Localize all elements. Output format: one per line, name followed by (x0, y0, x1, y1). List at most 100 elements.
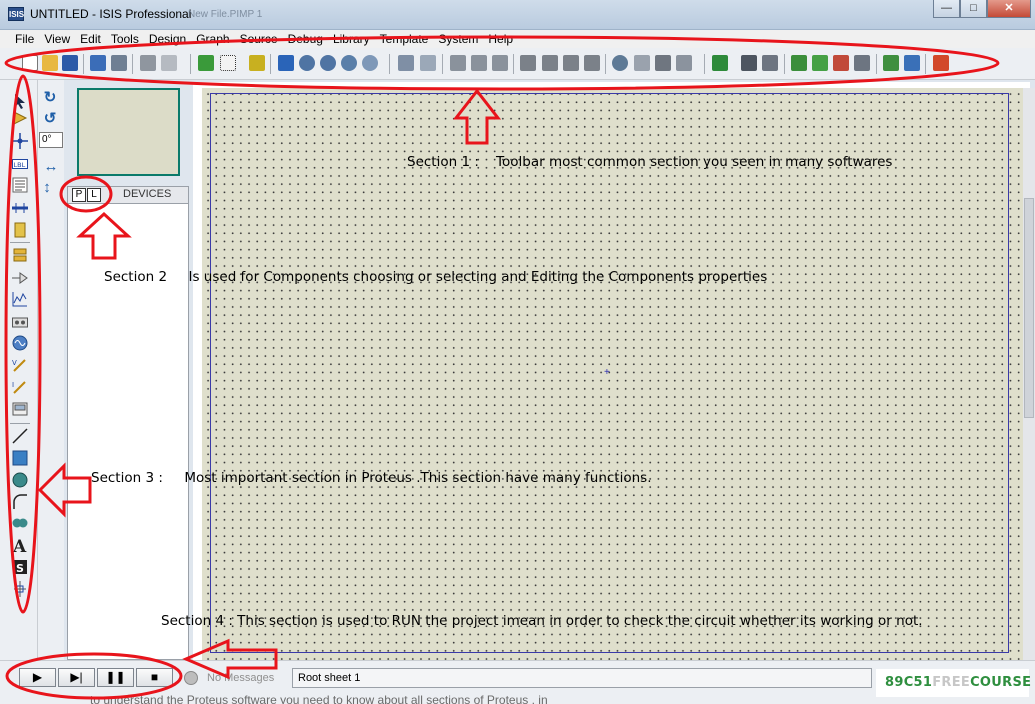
add-sheet-icon[interactable] (812, 55, 828, 71)
line-icon[interactable] (12, 428, 28, 444)
minimize-button[interactable]: — (933, 0, 960, 18)
menu-system[interactable]: System (433, 30, 483, 48)
menu-edit[interactable]: Edit (75, 30, 106, 48)
subcircuit-icon[interactable] (12, 222, 28, 238)
overview-window[interactable] (77, 88, 180, 176)
menu-source[interactable]: Source (235, 30, 283, 48)
pan-icon[interactable] (278, 55, 294, 71)
make-device-icon[interactable] (634, 55, 650, 71)
zoom-area-icon[interactable] (362, 55, 378, 71)
wire-label-icon[interactable]: LBL (12, 156, 28, 172)
selection-mode-icon[interactable] (12, 93, 28, 109)
graph-mode-icon[interactable] (12, 291, 28, 307)
zoom-out-icon[interactable] (320, 55, 336, 71)
messages-icon[interactable] (184, 671, 198, 685)
import-section-icon[interactable] (90, 55, 106, 71)
tape-recorder-icon[interactable] (12, 314, 28, 330)
junction-dot-icon[interactable] (12, 133, 28, 149)
generator-icon[interactable] (12, 335, 28, 351)
library-manager-button[interactable]: L (87, 188, 101, 202)
block-delete-icon[interactable] (584, 55, 600, 71)
undo-icon[interactable] (398, 55, 414, 71)
scrollbar-thumb[interactable] (1024, 198, 1034, 418)
copy-icon[interactable] (471, 55, 487, 71)
voltage-probe-icon[interactable]: V (12, 357, 28, 373)
path-icon[interactable] (12, 515, 28, 531)
mirror-x-icon[interactable]: ↔ (42, 158, 60, 176)
property-assign-icon[interactable] (762, 55, 778, 71)
electrical-check-icon[interactable] (904, 55, 920, 71)
cut-icon[interactable] (450, 55, 466, 71)
bill-of-materials-icon[interactable] (883, 55, 899, 71)
circle-icon[interactable] (12, 472, 28, 488)
virtual-instruments-icon[interactable] (12, 401, 28, 417)
menu-template[interactable]: Template (375, 30, 434, 48)
package-tool-icon[interactable] (655, 55, 671, 71)
text-icon[interactable]: A (12, 537, 28, 553)
block-rotate-icon[interactable] (563, 55, 579, 71)
rotate-anticlockwise-icon[interactable]: ↺ (41, 110, 59, 128)
new-sheet-icon[interactable] (791, 55, 807, 71)
menu-file[interactable]: File (10, 30, 39, 48)
paste-icon[interactable] (492, 55, 508, 71)
print-area-icon[interactable] (161, 55, 177, 71)
stop-button[interactable]: ■ (136, 668, 173, 687)
zoom-all-icon[interactable] (341, 55, 357, 71)
toolbar-separator (784, 54, 785, 74)
step-button[interactable]: ▶| (58, 668, 95, 687)
rotate-clockwise-icon[interactable]: ↻ (41, 89, 59, 107)
terminals-icon[interactable] (12, 247, 28, 263)
pick-device-icon[interactable] (612, 55, 628, 71)
marker-icon[interactable] (12, 581, 28, 597)
messages-status[interactable]: No Messages (207, 672, 274, 684)
component-mode-icon[interactable] (12, 110, 28, 126)
origin-marker: + (604, 367, 610, 378)
origin-icon[interactable] (249, 55, 265, 71)
block-copy-icon[interactable] (520, 55, 536, 71)
netlist-to-ares-icon[interactable] (933, 55, 949, 71)
buses-icon[interactable] (12, 200, 28, 216)
menu-help[interactable]: Help (483, 30, 518, 48)
save-icon[interactable] (62, 55, 78, 71)
rotation-angle-field[interactable]: 0° (39, 132, 63, 148)
mirror-y-icon[interactable]: ↕ (38, 179, 56, 197)
box-icon[interactable] (12, 450, 28, 466)
brand-watermark: 89C51FREECOURSE (876, 669, 1032, 697)
arc-icon[interactable] (12, 494, 28, 510)
devices-label: DEVICES (123, 188, 172, 200)
menu-design[interactable]: Design (144, 30, 191, 48)
print-icon[interactable] (140, 55, 156, 71)
window-controls: — □ ✕ (933, 0, 1031, 18)
close-button[interactable]: ✕ (987, 0, 1031, 18)
refresh-icon[interactable] (198, 55, 214, 71)
block-move-icon[interactable] (542, 55, 558, 71)
goto-sheet-icon[interactable] (854, 55, 870, 71)
new-file-icon[interactable] (22, 55, 38, 71)
wire-autorouter-icon[interactable] (712, 55, 728, 71)
open-folder-icon[interactable] (42, 55, 58, 71)
redo-icon[interactable] (420, 55, 436, 71)
maximize-button[interactable]: □ (960, 0, 987, 18)
search-tag-icon[interactable] (741, 55, 757, 71)
pause-button[interactable]: ❚❚ (97, 668, 134, 687)
vertical-scrollbar[interactable] (1023, 88, 1035, 660)
symbol-icon[interactable]: S (12, 559, 28, 575)
pick-devices-button[interactable]: P (72, 188, 86, 202)
menu-graph[interactable]: Graph (191, 30, 234, 48)
export-section-icon[interactable] (111, 55, 127, 71)
play-button[interactable]: ▶ (19, 668, 56, 687)
title-bar: ISIS UNTITLED - ISIS Professional New Fi… (0, 0, 1035, 30)
menu-library[interactable]: Library (328, 30, 375, 48)
menu-debug[interactable]: Debug (283, 30, 328, 48)
current-probe-icon[interactable]: I (12, 379, 28, 395)
decompose-icon[interactable] (676, 55, 692, 71)
remove-sheet-icon[interactable] (833, 55, 849, 71)
grid-toggle-icon[interactable] (220, 55, 236, 71)
brand-part-3: COURSE (970, 675, 1032, 690)
zoom-in-icon[interactable] (299, 55, 315, 71)
menu-view[interactable]: View (39, 30, 75, 48)
menu-tools[interactable]: Tools (106, 30, 144, 48)
text-script-icon[interactable] (12, 177, 28, 193)
device-pins-icon[interactable] (12, 270, 28, 286)
brand-part-1: 89C51 (885, 675, 933, 690)
